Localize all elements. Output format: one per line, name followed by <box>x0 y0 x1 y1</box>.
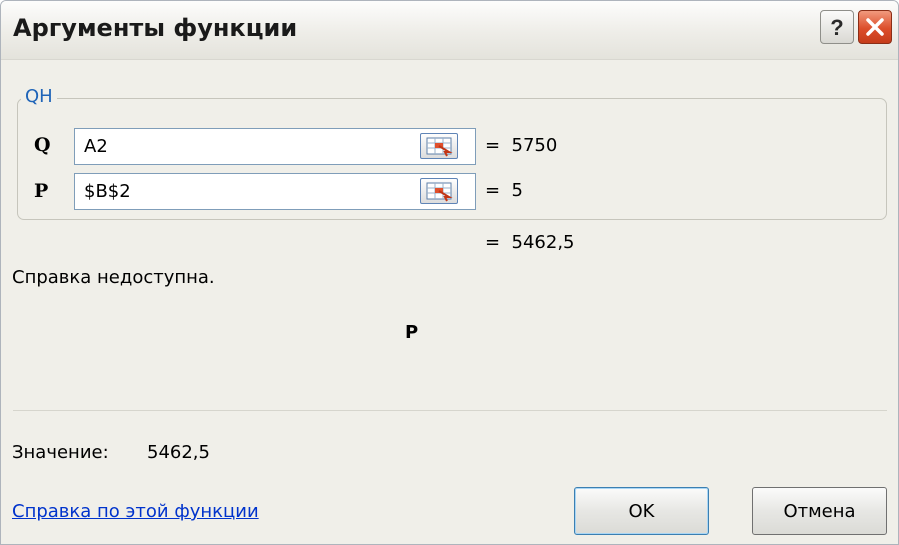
svg-text:?: ? <box>830 15 843 39</box>
help-button[interactable]: ? <box>820 10 854 44</box>
divider <box>13 410 887 411</box>
value-label: Значение: <box>12 442 109 463</box>
arg-label-q: Q <box>34 134 51 156</box>
arg-result-q: = 5750 <box>485 135 558 156</box>
close-button[interactable] <box>858 10 892 44</box>
value-text: 5462,5 <box>147 442 210 463</box>
arg-description-name: P <box>405 322 419 343</box>
range-select-button-q[interactable] <box>420 133 458 159</box>
range-select-button-p[interactable] <box>420 178 458 204</box>
arg-result-p: = 5 <box>485 180 523 201</box>
help-link[interactable]: Справка по этой функции <box>12 501 259 522</box>
dialog-title: Аргументы функции <box>13 14 298 42</box>
question-mark-icon: ? <box>830 15 843 39</box>
range-select-icon <box>426 137 453 157</box>
formula-result: = 5462,5 <box>485 232 575 253</box>
arg-label-p: P <box>34 180 49 202</box>
range-select-icon <box>426 182 453 202</box>
function-arguments-dialog: Аргументы функции ? QH Q A2 = 5750 P $B$… <box>0 0 899 545</box>
ok-button[interactable]: OK <box>574 487 709 535</box>
arg-input-p[interactable]: $B$2 <box>74 173 476 210</box>
arg-input-q[interactable]: A2 <box>74 128 476 165</box>
function-name-label: QH <box>21 86 57 107</box>
cancel-button[interactable]: Отмена <box>752 487 887 535</box>
close-x-icon <box>866 18 884 36</box>
help-unavailable-text: Справка недоступна. <box>12 267 215 288</box>
title-bar[interactable]: Аргументы функции ? <box>1 1 898 60</box>
